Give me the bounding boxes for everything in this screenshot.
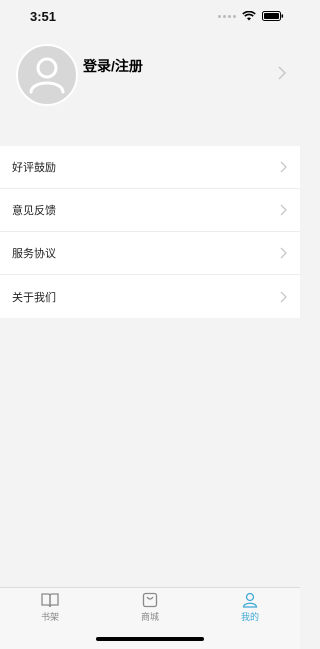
menu-item-label: 意见反馈 (12, 205, 56, 217)
menu-item-label: 好评鼓励 (12, 162, 56, 174)
signal-icon (218, 14, 236, 18)
tab-label: 商城 (140, 612, 159, 622)
login-register-link[interactable]: 登录/注册 (83, 56, 143, 76)
avatar[interactable] (16, 44, 78, 106)
book-icon (41, 593, 59, 608)
menu-item-feedback[interactable]: 意见反馈 (0, 189, 300, 232)
wifi-icon (242, 11, 256, 21)
profile-header[interactable]: 登录/注册 (0, 32, 300, 146)
menu-item-rate[interactable]: 好评鼓励 (0, 146, 300, 189)
home-indicator[interactable] (96, 637, 204, 641)
chevron-right-icon (278, 66, 286, 80)
tab-store[interactable]: 商城 (100, 592, 200, 628)
status-time: 3:51 (30, 8, 57, 24)
chevron-right-icon (280, 204, 287, 216)
shopping-bag-icon (142, 592, 158, 608)
tab-label: 我的 (240, 612, 259, 622)
menu-item-about[interactable]: 关于我们 (0, 275, 300, 318)
tab-bar: 书架 商城 我的 (0, 587, 300, 649)
menu-item-service-agreement[interactable]: 服务协议 (0, 232, 300, 275)
default-avatar-icon (29, 57, 65, 94)
tab-mine[interactable]: 我的 (200, 592, 300, 628)
chevron-right-icon (280, 247, 287, 259)
tab-bookshelf[interactable]: 书架 (0, 592, 100, 628)
settings-menu: 好评鼓励 意见反馈 服务协议 关于我们 (0, 146, 300, 318)
chevron-right-icon (280, 291, 287, 302)
battery-icon (262, 11, 284, 21)
menu-item-label: 关于我们 (12, 291, 56, 304)
chevron-right-icon (280, 161, 287, 173)
status-bar: 3:51 (0, 0, 300, 32)
person-icon (242, 592, 258, 608)
status-icons (218, 11, 284, 21)
tab-label: 书架 (40, 612, 59, 622)
menu-item-label: 服务协议 (12, 248, 56, 260)
